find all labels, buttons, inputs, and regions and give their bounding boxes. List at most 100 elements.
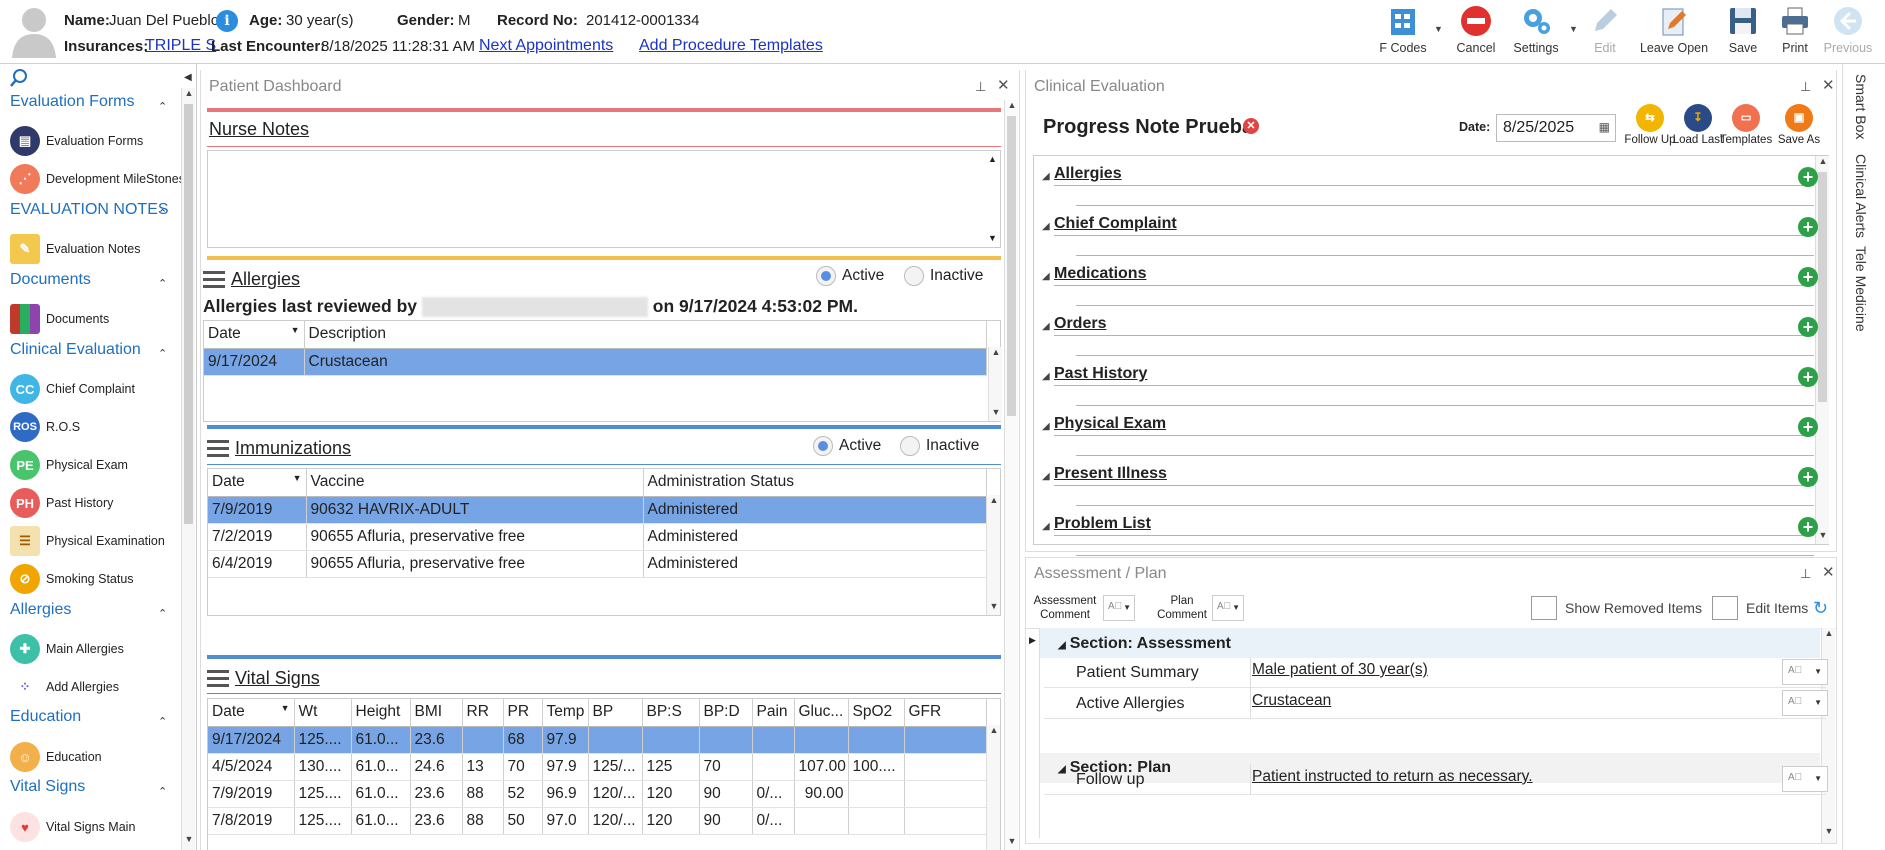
add-icon[interactable]: + [1798,267,1818,287]
collapse-icon[interactable]: ◢ [1042,321,1050,332]
pin-icon[interactable]: ⊥ [975,79,986,95]
add-icon[interactable]: + [1798,167,1818,187]
collapse-icon[interactable]: ⌃ [158,347,167,360]
section-title[interactable]: Orders [1054,315,1106,333]
menu-icon[interactable] [207,669,229,687]
tab-smart-box[interactable]: Smart Box [1853,74,1869,139]
add-icon[interactable]: + [1798,367,1818,387]
add-procedure-templates-link[interactable]: Add Procedure Templates [639,37,823,55]
column-header-date[interactable]: Date ▼ [204,321,305,349]
column-header[interactable]: GFR [904,699,987,727]
assessment-item-row[interactable]: Active Allergies Crustacean A⃞ ▼ [1044,688,1828,719]
section-title[interactable]: Problem List [1054,515,1151,533]
column-header[interactable]: Date ▼ [208,699,295,727]
column-header-description[interactable]: Description [304,321,987,349]
table-row[interactable]: 4/5/2024 130.... 61.0... 24.6 13 70 97.9 125/..… [208,753,987,781]
column-header[interactable]: BP:S [642,699,700,727]
immunization-filter-active[interactable]: Active [813,436,881,456]
allergy-filter-active[interactable]: Active [816,266,884,286]
column-header[interactable]: SpO2 [848,699,905,727]
nurse-notes-textarea[interactable]: ▲ ▼ [207,150,1001,248]
section-vital-signs[interactable]: Vital Signs [10,778,85,796]
section-title[interactable]: Medications [1054,265,1146,283]
section-title[interactable]: Present Illness [1054,465,1167,483]
sidebar-scrollbar[interactable]: ▲ ▼ [181,88,195,850]
sidebar-item-physical-examination[interactable]: ☰ Physical Examination [10,526,165,556]
table-row[interactable]: 6/4/2019 90655 Afluria, preservative free… [208,550,987,578]
sidebar-item-smoking-status[interactable]: ⊘ Smoking Status [10,564,134,594]
assessment-item-row[interactable]: Follow up Patient instructed to return as… [1044,764,1828,795]
clinical-section-allergies[interactable]: ◢ Allergies + [1040,157,1820,207]
menu-icon[interactable] [203,270,225,288]
item-dropdown[interactable]: A⃞ ▼ [1782,659,1828,685]
tab-tele-medicine[interactable]: Tele Medicine [1853,246,1869,332]
collapse-icon[interactable]: ⌃ [158,607,167,620]
section-assessment-row[interactable]: ◢ Section: Assessment [1040,628,1820,658]
sidebar-item-add-allergies[interactable]: ⁘ Add Allergies [10,672,119,702]
item-value[interactable]: Crustacean [1252,692,1331,710]
column-header[interactable]: Gluc... [794,699,849,727]
table-row[interactable]: 7/9/2019 125.... 61.0... 23.6 88 52 96.9 120/..… [208,780,987,808]
add-icon[interactable]: + [1798,467,1818,487]
allergies-scrollbar[interactable]: ▲ ▼ [988,347,1002,421]
edit-button[interactable]: Edit [1572,4,1638,60]
next-appointments-link[interactable]: Next Appointments [479,37,613,55]
radio-inactive[interactable] [900,436,920,456]
collapse-icon[interactable]: ⌃ [158,277,167,290]
sidebar-item-education[interactable]: ☺ Education [10,742,102,772]
column-header[interactable]: PR [503,699,543,727]
column-header[interactable]: Temp [542,699,589,727]
info-icon[interactable]: i [216,10,238,32]
collapse-icon[interactable]: ⌃ [158,100,167,113]
assessment-comment-dropdown[interactable]: A⃞ ▼ [1103,595,1135,621]
section-title[interactable]: Past History [1054,365,1147,383]
item-value[interactable]: Patient instructed to return as necessar… [1252,768,1533,786]
column-header-administration-status[interactable]: Administration Status [643,469,987,497]
radio-active[interactable] [813,436,833,456]
sidebar-item-past-history[interactable]: PH Past History [10,488,113,518]
section-title[interactable]: Allergies [1054,165,1122,183]
sidebar-item-main-allergies[interactable]: ✚ Main Allergies [10,634,124,664]
collapse-icon[interactable]: ◢ [1042,371,1050,382]
fcodes-button[interactable]: F Codes [1370,4,1436,60]
show-removed-checkbox[interactable]: Show Removed Items [1531,596,1702,620]
sidebar-item-ros[interactable]: ROS R.O.S [10,412,80,442]
remove-note-icon[interactable]: ✕ [1243,118,1259,134]
close-icon[interactable]: ✕ [1822,76,1835,94]
dashboard-scrollbar[interactable]: ▲ ▼ [1004,100,1018,850]
collapse-icon[interactable]: ◢ [1042,521,1050,532]
column-header[interactable]: BMI [410,699,463,727]
table-row[interactable]: 7/9/2019 90632 HAVRIX-ADULT Administered [208,496,987,524]
clinical-section-past-history[interactable]: ◢ Past History + [1040,357,1820,407]
item-dropdown[interactable]: A⃞ ▼ [1782,690,1828,716]
section-allergies[interactable]: Allergies [10,601,71,619]
sidebar-item-documents[interactable]: Documents [10,304,109,334]
item-dropdown[interactable]: A⃞ ▼ [1782,766,1828,792]
table-row[interactable]: 9/17/2024 Crustacean [204,348,987,376]
pin-icon[interactable]: ⊥ [1800,79,1811,95]
scroll-up-icon[interactable]: ▲ [988,154,997,164]
assessment-item-row[interactable]: Patient Summary Male patient of 30 year(s… [1044,657,1828,688]
collapse-icon[interactable]: ⌃ [158,785,167,798]
leave-open-button[interactable]: Leave Open [1639,4,1709,60]
allergy-filter-inactive[interactable]: Inactive [904,266,983,286]
collapse-icon[interactable]: ◢ [1042,271,1050,282]
add-icon[interactable]: + [1798,317,1818,337]
column-header[interactable]: Pain [752,699,795,727]
scroll-up-icon[interactable]: ▲ [182,88,196,98]
add-icon[interactable]: + [1798,217,1818,237]
column-header[interactable]: RR [462,699,504,727]
column-header[interactable]: BP [588,699,643,727]
table-row[interactable]: 9/17/2024 125.... 61.0... 23.6 68 97.9 [208,726,987,754]
collapse-icon[interactable]: ◢ [1042,221,1050,232]
search-icon[interactable] [9,68,29,91]
section-documents[interactable]: Documents [10,271,91,289]
sidebar-item-evaluation-forms[interactable]: ▤ Evaluation Forms [10,126,143,156]
collapse-sidebar-icon[interactable]: ◀ [184,72,192,83]
clinical-section-medications[interactable]: ◢ Medications + [1040,257,1820,307]
scroll-thumb[interactable] [184,104,193,524]
immunization-filter-inactive[interactable]: Inactive [900,436,979,456]
scroll-thumb[interactable] [1007,116,1016,416]
collapse-icon[interactable]: ◢ [1042,421,1050,432]
fcodes-dropdown-icon[interactable]: ▼ [1434,24,1443,34]
